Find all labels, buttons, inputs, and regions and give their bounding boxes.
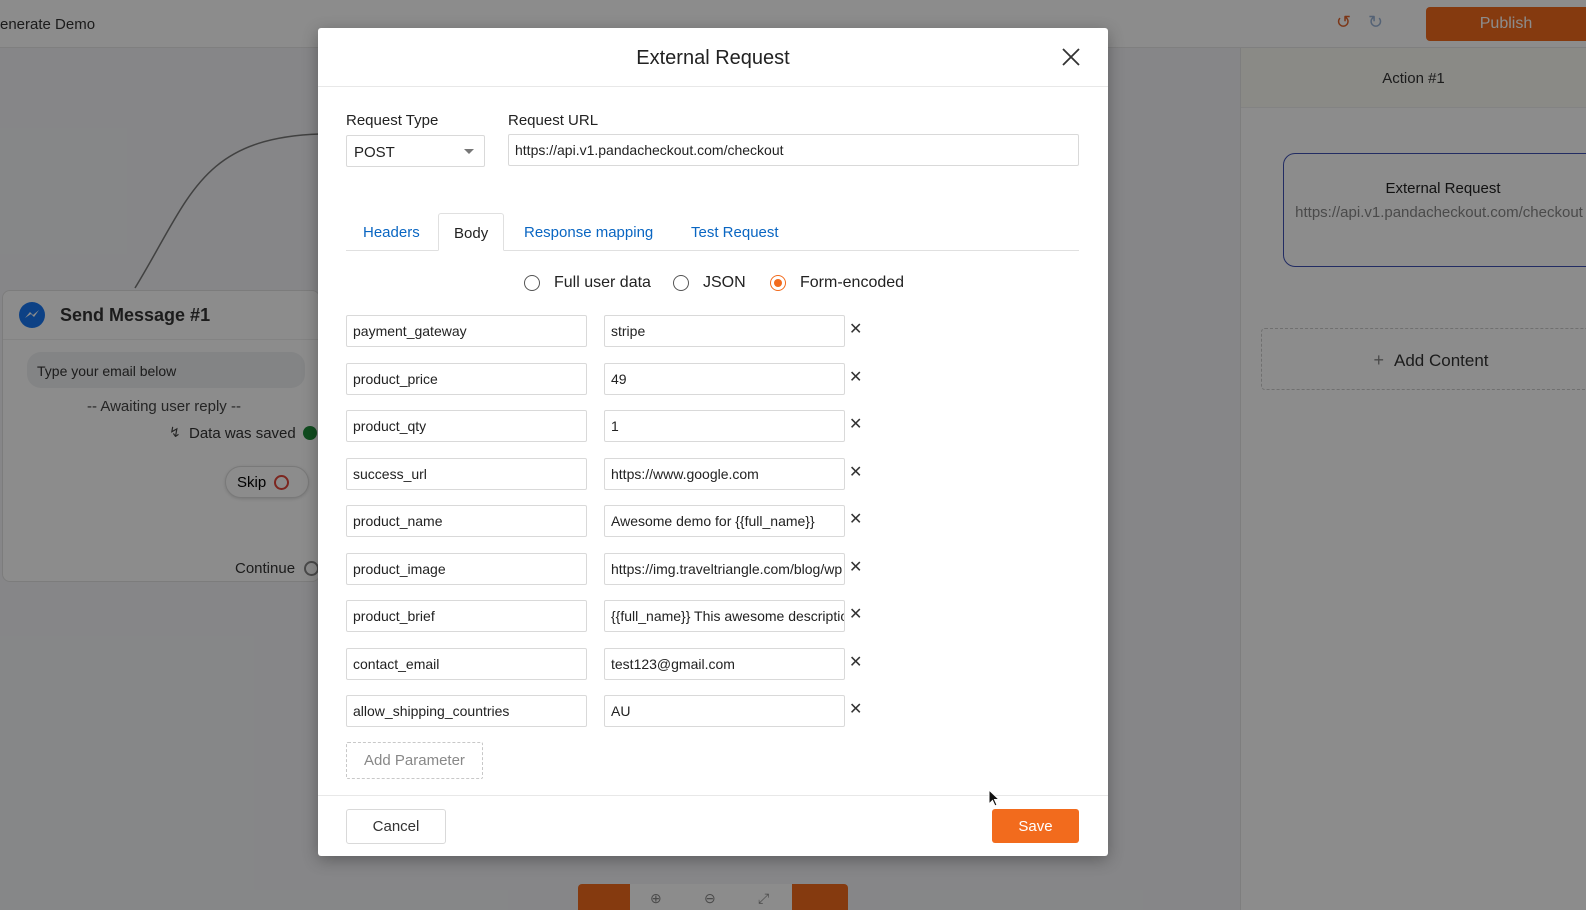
param-value-input[interactable]: https://www.google.com	[604, 458, 845, 490]
param-value-input[interactable]: {{full_name}} This awesome description	[604, 600, 845, 632]
request-url-label: Request URL	[508, 112, 599, 129]
remove-param-icon[interactable]: ✕	[849, 512, 862, 528]
remove-param-icon[interactable]: ✕	[849, 417, 862, 433]
tab-body[interactable]: Body	[438, 213, 505, 251]
param-value-input[interactable]: 1	[604, 410, 845, 442]
add-parameter-button[interactable]: Add Parameter	[346, 742, 483, 779]
param-key-input[interactable]: payment_gateway	[346, 315, 587, 347]
param-key-input[interactable]: product_image	[346, 553, 587, 585]
tab-response-mapping[interactable]: Response mapping	[524, 213, 653, 251]
remove-param-icon[interactable]: ✕	[849, 370, 862, 386]
param-key-input[interactable]: allow_shipping_countries	[346, 695, 587, 727]
param-value-input[interactable]: https://img.traveltriangle.com/blog/wp	[604, 553, 845, 585]
param-row: product_name Awesome demo for {{full_nam…	[346, 505, 866, 537]
external-request-modal: External Request Request Type POST Reque…	[318, 28, 1108, 856]
request-type-select[interactable]: POST	[346, 135, 485, 167]
request-url-input[interactable]	[508, 134, 1079, 166]
modal-title: External Request	[636, 47, 790, 69]
radio-circle[interactable]	[524, 275, 540, 291]
radio-circle-selected[interactable]	[770, 275, 786, 291]
param-key-input[interactable]: product_brief	[346, 600, 587, 632]
param-row: product_qty 1 ✕	[346, 410, 866, 442]
request-type-label: Request Type	[346, 112, 439, 129]
tab-bar: Headers Body Response mapping Test Reque…	[346, 213, 1079, 251]
radio-circle[interactable]	[673, 275, 689, 291]
cancel-button[interactable]: Cancel	[346, 809, 446, 844]
remove-param-icon[interactable]: ✕	[849, 607, 862, 623]
remove-param-icon[interactable]: ✕	[849, 655, 862, 671]
tab-headers[interactable]: Headers	[363, 213, 420, 251]
tab-test-request[interactable]: Test Request	[691, 213, 779, 251]
remove-param-icon[interactable]: ✕	[849, 465, 862, 481]
param-row: product_price 49 ✕	[346, 363, 866, 395]
modal-header: External Request	[318, 28, 1108, 87]
close-icon[interactable]	[1060, 46, 1082, 68]
radio-label: Form-encoded	[800, 274, 905, 291]
param-key-input[interactable]: success_url	[346, 458, 587, 490]
param-key-input[interactable]: contact_email	[346, 648, 587, 680]
radio-label: Full user data	[554, 274, 651, 291]
caret-down-icon	[464, 149, 474, 154]
param-key-input[interactable]: product_price	[346, 363, 587, 395]
param-key-input[interactable]: product_name	[346, 505, 587, 537]
mouse-cursor-icon	[988, 789, 1001, 807]
remove-param-icon[interactable]: ✕	[849, 560, 862, 576]
request-type-value: POST	[354, 144, 395, 161]
param-row: contact_email test123@gmail.com ✕	[346, 648, 866, 680]
save-button[interactable]: Save	[992, 809, 1079, 843]
param-value-input[interactable]: Awesome demo for {{full_name}}	[604, 505, 845, 537]
param-row: product_image https://img.traveltriangle…	[346, 553, 866, 585]
param-row: product_brief {{full_name}} This awesome…	[346, 600, 866, 632]
param-key-input[interactable]: product_qty	[346, 410, 587, 442]
param-row: success_url https://www.google.com ✕	[346, 458, 866, 490]
param-value-input[interactable]: stripe	[604, 315, 845, 347]
param-value-input[interactable]: AU	[604, 695, 845, 727]
remove-param-icon[interactable]: ✕	[849, 702, 862, 718]
param-value-input[interactable]: test123@gmail.com	[604, 648, 845, 680]
param-row: allow_shipping_countries AU ✕	[346, 695, 866, 727]
param-value-input[interactable]: 49	[604, 363, 845, 395]
radio-label: JSON	[703, 274, 746, 291]
remove-param-icon[interactable]: ✕	[849, 322, 862, 338]
param-row: payment_gateway stripe ✕	[346, 315, 866, 347]
